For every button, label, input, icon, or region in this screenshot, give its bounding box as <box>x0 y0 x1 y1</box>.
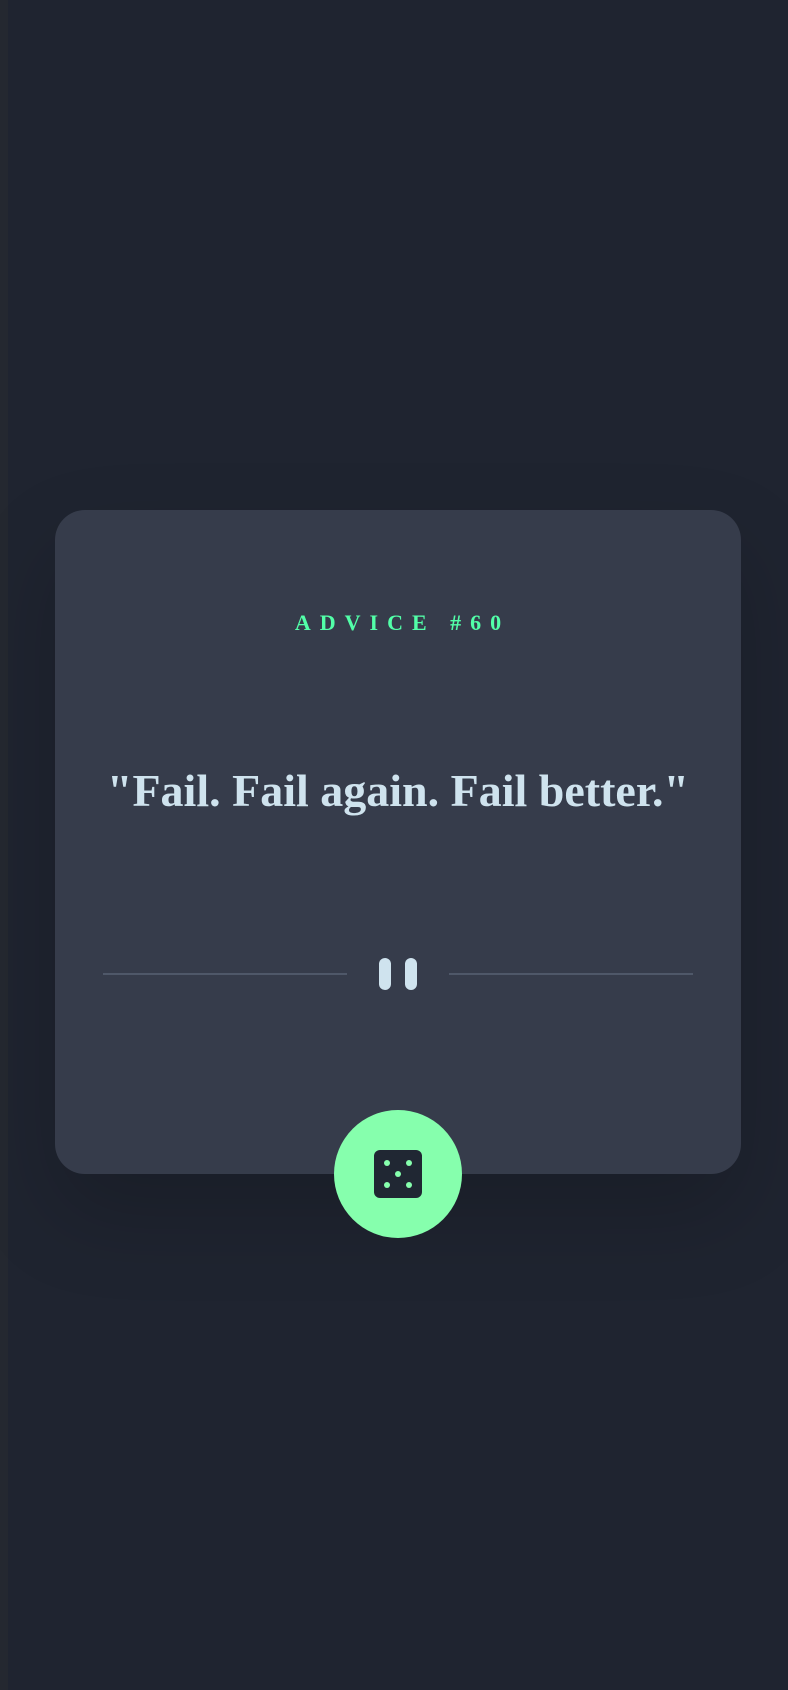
advice-card: ADVICE #60 "Fail. Fail again. Fail bette… <box>55 510 741 1174</box>
advice-quote: "Fail. Fail again. Fail better." <box>106 765 690 816</box>
advice-number-label: ADVICE #60 <box>294 610 511 635</box>
generate-advice-button[interactable] <box>334 1110 462 1238</box>
pause-bar-left <box>379 958 391 990</box>
pause-icon <box>376 958 420 990</box>
divider-line-right <box>449 973 693 975</box>
pause-bar-right <box>405 958 417 990</box>
dice-icon <box>374 1150 422 1198</box>
left-edge-strip <box>0 0 8 1690</box>
divider-line-left <box>103 973 347 975</box>
pattern-divider <box>103 958 693 990</box>
